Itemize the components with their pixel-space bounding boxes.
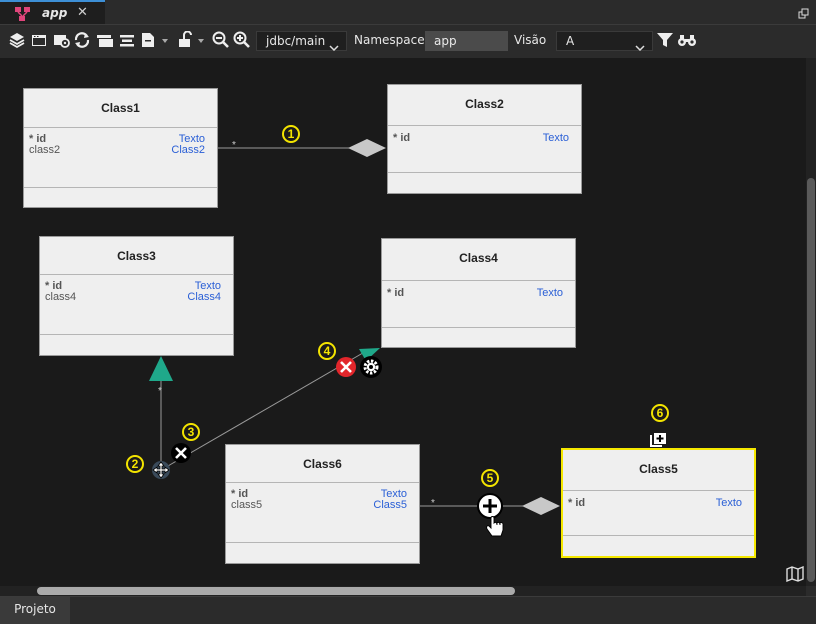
multiplicity-label: * <box>232 140 236 151</box>
step-marker: 1 <box>282 125 300 143</box>
class-divider <box>226 542 419 543</box>
remove-point-icon[interactable] <box>171 443 191 463</box>
class-box-selected[interactable]: Class5 * id Texto <box>561 448 756 558</box>
class-divider <box>40 274 233 275</box>
hand-pointer-icon <box>486 516 504 537</box>
class-divider <box>226 482 419 483</box>
layers-icon[interactable] <box>8 31 28 51</box>
attribute-name: class5 <box>231 499 263 511</box>
step-marker: 4 <box>318 342 336 360</box>
class-name: Class6 <box>303 457 342 471</box>
composition-diamond[interactable] <box>522 497 560 515</box>
multiplicity-label: * <box>431 498 435 509</box>
chevron-down-icon <box>635 38 645 56</box>
composition-diamond[interactable] <box>348 139 386 157</box>
class-box[interactable]: Class6 * id Texto class5 Class5 <box>225 444 420 564</box>
class-name: Class1 <box>101 101 140 115</box>
step-marker: 5 <box>481 469 499 487</box>
window-icon[interactable] <box>30 31 50 51</box>
class-name: Class4 <box>459 251 498 265</box>
horizontal-scroll-thumb[interactable] <box>37 587 515 595</box>
align-icon[interactable] <box>118 31 138 51</box>
class-divider <box>382 280 575 281</box>
connection-select[interactable]: jdbc/main <box>256 31 347 52</box>
attribute-type: Texto <box>542 132 569 144</box>
add-point-icon[interactable] <box>477 493 503 519</box>
attribute-name: class2 <box>29 144 61 156</box>
class-box[interactable]: Class4 * id Texto <box>381 238 576 348</box>
stacked-windows-icon[interactable] <box>96 31 116 51</box>
bottom-bar: Projeto <box>0 596 816 624</box>
export-icon[interactable] <box>140 31 168 51</box>
class-box[interactable]: Class1 * id Texto class2 Class2 <box>23 88 218 208</box>
delete-connector-icon[interactable] <box>336 357 356 377</box>
namespace-label: Namespace <box>354 33 425 47</box>
class-name: Class3 <box>117 249 156 263</box>
step-marker: 6 <box>651 404 669 422</box>
binoculars-icon[interactable] <box>677 31 697 51</box>
zoom-in-icon[interactable] <box>233 31 253 51</box>
class-box[interactable]: Class2 * id Texto <box>387 84 582 194</box>
class-name: Class2 <box>465 97 504 111</box>
step-marker: 3 <box>182 423 200 441</box>
namespace-input[interactable] <box>425 31 508 51</box>
class-divider <box>40 334 233 335</box>
class-divider <box>563 490 754 491</box>
attribute-name: class4 <box>45 291 77 303</box>
class-divider <box>382 327 575 328</box>
settings-window-icon[interactable] <box>52 31 72 51</box>
tab-app[interactable]: app ✕ <box>0 0 105 24</box>
step-marker: 2 <box>126 455 144 473</box>
attribute-type: Class5 <box>373 499 407 511</box>
filter-icon[interactable] <box>656 31 676 51</box>
attribute-type: Class2 <box>171 144 205 156</box>
vertical-scroll-thumb[interactable] <box>807 178 815 582</box>
view-label: Visão <box>514 33 547 47</box>
attribute-type: Class4 <box>187 291 221 303</box>
close-icon[interactable]: ✕ <box>77 5 88 20</box>
class-divider <box>563 535 754 536</box>
view-select[interactable]: A <box>556 31 653 52</box>
tab-label: app <box>42 6 68 20</box>
attribute-name: * id <box>387 287 405 299</box>
view-value: A <box>566 34 575 48</box>
zoom-out-icon[interactable] <box>212 31 232 51</box>
diagram-canvas[interactable]: * * * Class1 * id Texto class2 Class2 Cl… <box>0 58 806 586</box>
class-divider <box>24 127 217 128</box>
generalization-triangle[interactable] <box>149 356 173 381</box>
attribute-type: Texto <box>715 497 742 509</box>
add-to-diagram-icon[interactable] <box>650 433 666 447</box>
attribute-name: * id <box>568 497 586 509</box>
connection-value: jdbc/main <box>266 34 326 48</box>
unlock-icon[interactable] <box>178 30 204 51</box>
chevron-down-icon <box>329 38 339 56</box>
class-name: Class5 <box>639 462 678 476</box>
attribute-type: Texto <box>536 287 563 299</box>
tab-projeto[interactable]: Projeto <box>0 597 70 624</box>
gear-icon[interactable] <box>360 356 382 378</box>
class-box[interactable]: Class3 * id Texto class4 Class4 <box>39 236 234 356</box>
attribute-name: * id <box>393 132 411 144</box>
refresh-icon[interactable] <box>73 31 93 51</box>
class-divider <box>388 172 581 173</box>
map-icon[interactable] <box>786 565 804 586</box>
diagram-app-icon <box>14 5 36 27</box>
restore-window-icon[interactable] <box>798 5 810 24</box>
tab-bar: app ✕ <box>0 0 816 25</box>
class-divider <box>24 187 217 188</box>
class-divider <box>388 125 581 126</box>
multiplicity-label: * <box>158 386 162 397</box>
